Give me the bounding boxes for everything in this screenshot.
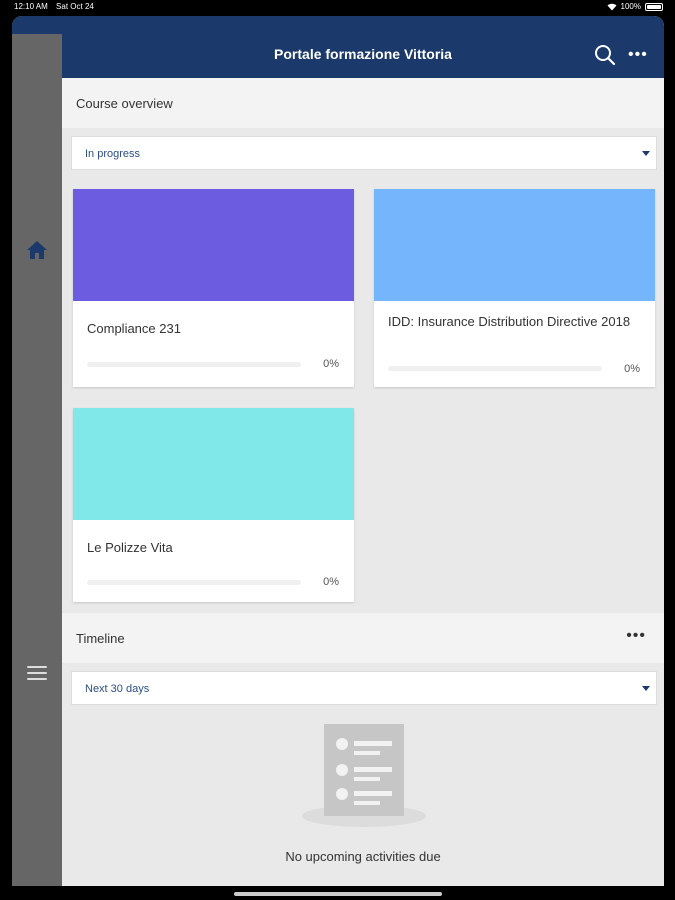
- course-filter-select[interactable]: In progress: [71, 136, 657, 170]
- chevron-down-icon: [642, 151, 650, 156]
- course-progress-bar: [388, 366, 602, 371]
- hamburger-menu-icon[interactable]: [27, 666, 47, 682]
- timeline-empty-state: No upcoming activities due: [62, 716, 664, 886]
- course-progress-bar: [87, 362, 301, 367]
- course-card-banner[interactable]: [73, 408, 354, 520]
- course-progress-label: 0%: [323, 576, 339, 588]
- course-card-name[interactable]: Compliance 231: [87, 320, 337, 337]
- timeline-filter-value: Next 30 days: [85, 683, 150, 695]
- course-overview-title: Course overview: [76, 96, 173, 111]
- course-overview-header: Course overview: [62, 78, 664, 128]
- more-options-icon[interactable]: •••: [628, 46, 648, 64]
- battery-icon: [645, 3, 663, 11]
- timeline-filter-select[interactable]: Next 30 days: [71, 671, 657, 705]
- status-time: 12:10 AM: [14, 2, 48, 11]
- course-progress-bar: [87, 580, 301, 585]
- timeline-title: Timeline: [76, 631, 125, 646]
- course-progress-label: 0%: [323, 358, 339, 370]
- app-header: Portale formazione Vittoria •••: [62, 16, 664, 78]
- home-icon[interactable]: [26, 240, 48, 260]
- course-filter-value: In progress: [85, 148, 141, 160]
- empty-state-message: No upcoming activities due: [285, 849, 441, 864]
- search-icon[interactable]: [594, 44, 616, 66]
- timeline-header: Timeline •••: [62, 613, 664, 663]
- chevron-down-icon: [642, 686, 650, 691]
- course-card[interactable]: Le Polizze Vita 0%: [73, 408, 354, 602]
- course-card[interactable]: Compliance 231 0%: [73, 189, 354, 387]
- battery-percent: 100%: [620, 2, 641, 11]
- home-indicator[interactable]: [234, 892, 442, 896]
- course-card-name[interactable]: Le Polizze Vita: [87, 539, 337, 556]
- app-frame: Portale formazione Vittoria ••• Course o…: [12, 16, 664, 886]
- wifi-icon: [607, 3, 617, 11]
- status-bar: 12:10 AM Sat Oct 24 100%: [0, 0, 675, 14]
- status-date: Sat Oct 24: [56, 2, 94, 11]
- sidebar: [12, 16, 62, 886]
- course-progress-label: 0%: [624, 363, 640, 375]
- course-card[interactable]: IDD: Insurance Distribution Directive 20…: [374, 189, 655, 387]
- sidebar-top: [12, 16, 62, 34]
- page-title: Portale formazione Vittoria: [274, 46, 452, 62]
- timeline-more-icon[interactable]: •••: [626, 627, 646, 645]
- course-card-name[interactable]: IDD: Insurance Distribution Directive 20…: [388, 313, 638, 330]
- course-card-banner[interactable]: [374, 189, 655, 301]
- empty-list-icon: [302, 724, 426, 827]
- course-card-banner[interactable]: [73, 189, 354, 301]
